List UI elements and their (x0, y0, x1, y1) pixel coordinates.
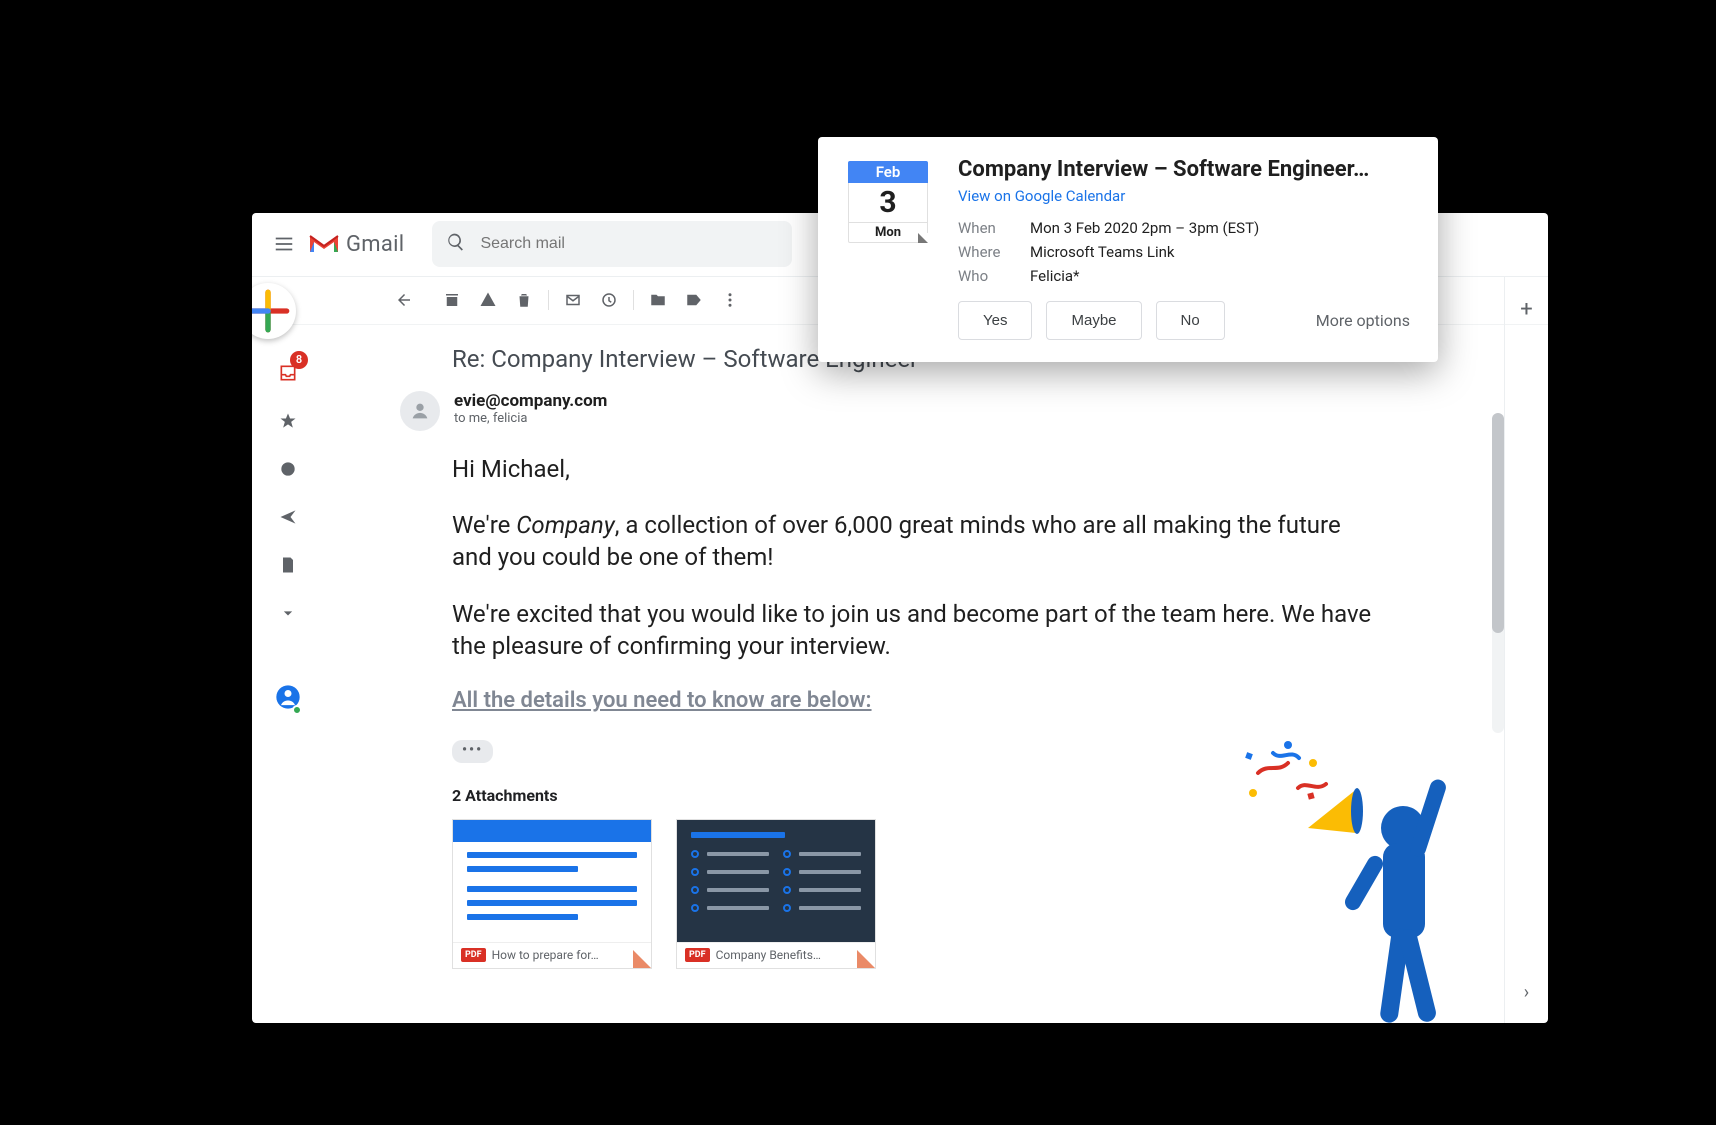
rsvp-maybe-button[interactable]: Maybe (1046, 301, 1141, 340)
inbox-badge: 8 (290, 351, 308, 369)
gmail-m-icon (308, 232, 340, 256)
starred-icon[interactable] (270, 403, 306, 439)
spam-button[interactable] (470, 282, 506, 318)
rsvp-no-button[interactable]: No (1156, 301, 1225, 340)
greeting: Hi Michael, (452, 453, 1372, 485)
paragraph-1: We're Company, a collection of over 6,00… (452, 509, 1372, 574)
who-value: Felicia* (1030, 267, 1080, 285)
drafts-icon[interactable] (270, 547, 306, 583)
search-input[interactable] (478, 234, 778, 254)
search-bar[interactable] (432, 221, 792, 267)
more-button[interactable] (712, 282, 748, 318)
attachments-heading: 2 Attachments (452, 785, 1372, 807)
snoozed-icon[interactable] (270, 451, 306, 487)
where-label: Where (958, 243, 1030, 261)
email-view: Re: Company Interview – Software Enginee… (386, 325, 1488, 1023)
calendar-weekday: Mon (848, 223, 928, 243)
right-rail: + › (1504, 277, 1548, 1023)
email-body: Hi Michael, We're Company, a collection … (452, 453, 1372, 969)
hangouts-icon[interactable] (270, 679, 306, 715)
more-nav-icon[interactable] (270, 595, 306, 631)
back-button[interactable] (386, 282, 422, 318)
pdf-badge: PDF (461, 948, 486, 962)
calendar-invite-card: Feb 3 Mon Company Interview – Software E… (818, 137, 1438, 362)
menu-icon[interactable] (264, 224, 304, 264)
attachments: PDF How to prepare for… (452, 819, 1372, 969)
details-heading: All the details you need to know are bel… (452, 686, 1372, 716)
expand-sidepanel-icon[interactable]: › (1524, 982, 1529, 1003)
labels-button[interactable] (676, 282, 712, 318)
event-title: Company Interview – Software Engineer… (958, 157, 1418, 182)
recipient-line[interactable]: to me, felicia (454, 411, 607, 426)
calendar-date-chip: Feb 3 Mon (818, 157, 958, 340)
sender-row: evie@company.com to me, felicia (400, 391, 1448, 431)
sent-icon[interactable] (270, 499, 306, 535)
attachment-item[interactable]: PDF Company Benefits… (676, 819, 876, 969)
when-label: When (958, 219, 1030, 237)
gmail-logo[interactable]: Gmail (308, 232, 404, 257)
attachment-name: Company Benefits… (716, 947, 821, 963)
snooze-button[interactable] (591, 282, 627, 318)
inbox-icon[interactable]: 8 (270, 355, 306, 391)
addons-plus-icon[interactable]: + (1520, 297, 1532, 322)
sender-email[interactable]: evie@company.com (454, 391, 607, 411)
rsvp-yes-button[interactable]: Yes (958, 301, 1032, 340)
view-on-calendar-link[interactable]: View on Google Calendar (958, 187, 1125, 205)
delete-button[interactable] (506, 282, 542, 318)
sender-avatar[interactable] (400, 391, 440, 431)
when-value: Mon 3 Feb 2020 2pm – 3pm (EST) (1030, 219, 1259, 237)
pdf-badge: PDF (685, 948, 710, 962)
attachment-name: How to prepare for… (492, 947, 599, 963)
scrollbar[interactable] (1492, 413, 1504, 733)
show-trimmed-button[interactable]: ••• (452, 740, 493, 763)
calendar-month: Feb (848, 161, 928, 183)
paragraph-2: We're excited that you would like to joi… (452, 598, 1372, 663)
calendar-day: 3 (848, 183, 928, 223)
left-rail: 8 (252, 277, 324, 1023)
mark-unread-button[interactable] (555, 282, 591, 318)
where-value[interactable]: Microsoft Teams Link (1030, 243, 1175, 261)
who-label: Who (958, 267, 1030, 285)
archive-button[interactable] (434, 282, 470, 318)
attachment-item[interactable]: PDF How to prepare for… (452, 819, 652, 969)
gmail-logo-text: Gmail (346, 232, 404, 257)
rsvp-more-options[interactable]: More options (1316, 311, 1410, 330)
search-icon (446, 232, 466, 256)
move-to-button[interactable] (640, 282, 676, 318)
